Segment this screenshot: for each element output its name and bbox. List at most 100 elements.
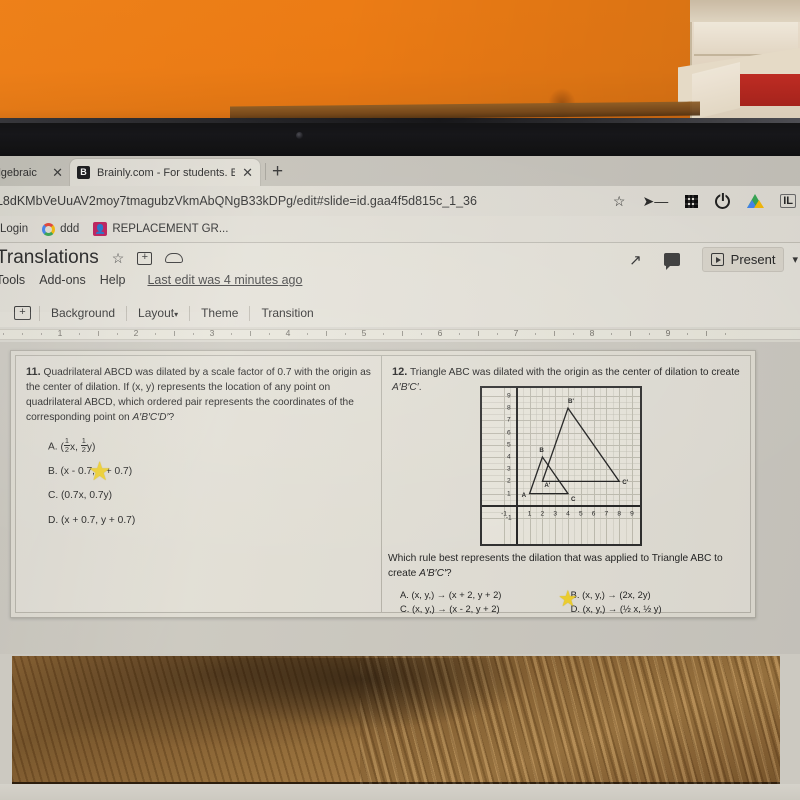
ruler-dot [497, 333, 498, 335]
comment-icon[interactable] [663, 253, 680, 270]
ruler-dot [307, 333, 308, 335]
power-icon[interactable] [715, 193, 731, 209]
theme-button[interactable]: Theme [190, 306, 249, 320]
question-12-choices: A. (x, y,) → (x + 2, y + 2) B. (x, y,) →… [400, 588, 750, 616]
choice-d-letter: D. [48, 514, 59, 526]
omnibox-icon-group: ☆ ➤— IL [613, 186, 796, 216]
background-button[interactable]: Background [40, 306, 126, 320]
extension-badge-icon[interactable]: IL [780, 194, 796, 208]
choice-c[interactable]: C. (0.7x, 0.7y) [48, 490, 371, 501]
laptop-bezel [0, 118, 800, 158]
coordinate-graph: -1 1 2 3 4 5 6 7 8 9 -1 1 2 3 4 5 6 7 8 9 A B C A' B' C' [480, 386, 642, 546]
present-button[interactable]: Present [701, 247, 785, 272]
slide-surface[interactable]: 11. Quadrilateral ABCD was dilated by a … [10, 350, 756, 618]
ruler-tick [402, 331, 403, 336]
question-12-line1: Triangle ABC was dilated with the origin… [409, 367, 740, 378]
q12-choice-d-letter: D. [570, 603, 580, 615]
menu-item-tools[interactable]: Tools [0, 273, 25, 287]
star-icon[interactable]: ☆ [112, 250, 125, 267]
page-title[interactable]: Translations [0, 247, 99, 269]
close-icon[interactable]: ✕ [52, 166, 63, 179]
ruler-dot [3, 333, 4, 335]
point-label: C' [622, 479, 629, 487]
ruler-tick [250, 331, 251, 336]
ruler-dot [269, 333, 270, 335]
choice-d[interactable]: D. (x + 0.7, y + 0.7) [48, 515, 371, 526]
menu-item-add-ons[interactable]: Add-ons [39, 273, 86, 287]
transition-button[interactable]: Transition [250, 306, 324, 320]
ruler-dot [231, 333, 232, 335]
q12-choice-a-letter: A. [400, 589, 409, 600]
ruler-tick [630, 331, 631, 336]
horizontal-ruler[interactable]: 1 2 3 4 5 6 7 8 9 [0, 327, 800, 342]
q12-choice-c-letter: C. [400, 603, 410, 615]
bookmark-item-ddd[interactable]: ddd [42, 222, 80, 236]
q12-choice-b-text: (x, y,) → (2x, 2y) [582, 589, 651, 600]
google-drive-icon[interactable] [747, 194, 765, 208]
new-slide-icon[interactable] [14, 306, 31, 320]
bookmark-item-login[interactable]: Login [0, 223, 28, 235]
triangles-svg [528, 406, 621, 495]
tab-title: Algebraic [0, 166, 37, 179]
ruler-number: 1 [57, 328, 63, 338]
question-11-panel: 11. Quadrilateral ABCD was dilated by a … [16, 356, 382, 612]
ruler-dot [345, 333, 346, 335]
ruler-track [0, 329, 800, 340]
ruler-number: 5 [361, 328, 367, 338]
sand-shadow [192, 658, 532, 728]
choice-a-text: (1 2 x, 1 2 y) [60, 437, 95, 453]
q12-choice-d[interactable]: D. (x, y,) → (½ x, ½ y) [571, 602, 739, 616]
question-11-choices: A. (1 2 x, 1 2 y) B. (x - 0.7, y + 0.7) ★ [26, 437, 371, 526]
bookmark-item-replacement[interactable]: REPLACEMENT GR... [93, 222, 228, 236]
bookmark-label: ddd [60, 223, 80, 235]
laptop-screen: Algebraic ✕ B Brainly.com - For students… [0, 156, 800, 654]
ruler-dot [649, 333, 650, 335]
cloud-saved-icon[interactable] [165, 253, 184, 263]
ruler-dot [155, 333, 156, 335]
present-dropdown-caret-icon[interactable]: ▾ [792, 253, 798, 266]
bookmarks-bar: Login ddd REPLACEMENT GR... [0, 216, 800, 242]
move-to-folder-icon[interactable] [137, 251, 153, 265]
last-edit-status[interactable]: Last edit was 4 minutes ago [147, 273, 302, 287]
google-icon [42, 222, 56, 236]
choice-a[interactable]: A. (1 2 x, 1 2 y) [48, 437, 371, 453]
person-icon [93, 222, 108, 236]
ruler-dot [117, 333, 118, 335]
question-12-choice-row-2: C. (x, y,) → (x - 2, y + 2) D. (x, y,) →… [400, 602, 750, 616]
q12-choice-b[interactable]: B. (x, y,) → (2x, 2y) [571, 588, 739, 602]
ruler-dot [573, 333, 574, 335]
choice-b-text: (x - 0.7, y + 0.7) [60, 466, 133, 478]
menu-item-help[interactable]: Help [100, 273, 126, 287]
browser-tab-active[interactable]: B Brainly.com - For students. By st ✕ [70, 159, 260, 186]
lower-screen-area [0, 654, 800, 800]
question-11-number: 11. [26, 366, 41, 378]
triangle-triangleabc [541, 406, 621, 483]
close-icon[interactable]: ✕ [242, 166, 253, 179]
omnibox-row: DLL8dKMbVeUuAV2moy7tmagubzVkmAbQNgB33kDP… [0, 186, 800, 216]
q12-choice-a[interactable]: A. (x, y,) → (x + 2, y + 2) [400, 588, 568, 602]
q12-choice-b-letter: B. [570, 589, 580, 600]
qr-code-icon[interactable] [685, 194, 699, 208]
new-tab-button[interactable]: + [272, 162, 283, 181]
webcam [296, 132, 303, 139]
question-12-q-line2-italic: A′B′C′ [419, 567, 446, 579]
point-label: C [571, 495, 576, 503]
choice-a-letter: A. [48, 441, 58, 453]
choice-c-text: (0.7x, 0.7y) [61, 490, 112, 502]
ruler-tick [554, 331, 555, 336]
ruler-number: 2 [133, 328, 139, 338]
q12-choice-c[interactable]: C. (x, y,) → (x - 2, y + 2) [400, 602, 568, 616]
layout-button[interactable]: Layout▾ [127, 306, 189, 320]
ruler-number: 6 [437, 328, 443, 338]
extension-icon[interactable]: ➤— [642, 194, 668, 208]
brainly-favicon-icon: B [77, 166, 90, 179]
star-outline-icon[interactable]: ☆ [613, 194, 626, 208]
ruler-dot [459, 333, 460, 335]
browser-tab-inactive[interactable]: Algebraic ✕ [0, 159, 70, 186]
address-bar[interactable]: DLL8dKMbVeUuAV2moy7tmagubzVkmAbQNgB33kDP… [0, 190, 580, 212]
question-12-line2-italic: A′B′C′ [392, 381, 419, 393]
choice-b[interactable]: B. (x - 0.7, y + 0.7) ★ [48, 458, 371, 484]
activity-trend-icon[interactable]: ↗ [629, 251, 642, 269]
q12-choice-a-text: (x, y,) → (x + 2, y + 2) [411, 589, 502, 600]
choice-c-letter: C. [48, 490, 59, 502]
